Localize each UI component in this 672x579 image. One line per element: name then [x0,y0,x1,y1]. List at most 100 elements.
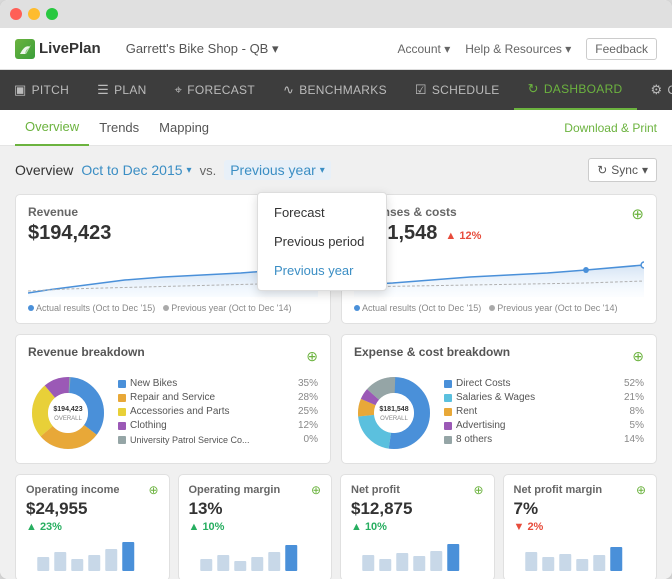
net-profit-card: Net profit ⊕ $12,875 ▲ 10% [340,474,495,579]
operating-income-card: Operating income ⊕ $24,955 ▲ 23% [15,474,170,579]
nav-forecast[interactable]: ⌖ FORECAST [161,70,269,110]
overview-label: Overview [15,162,73,178]
rev-donut: $194,423 OVERALL [28,373,108,453]
exp-legend-list: Direct Costs 52% Salaries & Wages 21% Re… [444,378,644,448]
account-menu[interactable]: Account ▾ [398,42,451,56]
period-selector[interactable]: Previous year ▾ [224,160,331,180]
sub-nav: Overview Trends Mapping Download & Print [0,110,672,146]
subnav-trends[interactable]: Trends [89,110,149,146]
svg-text:$194,423: $194,423 [53,406,82,413]
date-dropdown-arrow: ▾ [187,165,192,176]
op-income-icon[interactable]: ⊕ [148,483,158,497]
net-margin-icon[interactable]: ⊕ [636,483,646,497]
nav-bar: ▣ PITCH ☰ PLAN ⌖ FORECAST ∿ BENCHMARKS ☑… [0,70,672,110]
expense-breakdown-card: Expense & cost breakdown ⊕ $1 [341,334,657,464]
feedback-button[interactable]: Feedback [586,38,657,60]
op-margin-chart [189,537,322,572]
exp-legend-direct: Direct Costs 52% [444,378,644,389]
forecast-icon: ⌖ [175,82,183,98]
nav-benchmarks[interactable]: ∿ BENCHMARKS [269,70,401,110]
op-margin-title: Operating margin [189,483,281,497]
content-area: Overview Oct to Dec 2015 ▾ vs. Previous … [0,146,672,579]
op-margin-value: 13% [189,499,322,519]
expenses-card: Expenses & costs $181,548 ▲ 12% ⊕ [341,194,657,324]
rev-legend-list: New Bikes 35% Repair and Service 28% Acc… [118,378,318,448]
svg-text:OVERALL: OVERALL [54,416,82,422]
exp-legend-others: 8 others 14% [444,434,644,445]
nav-dashboard[interactable]: ↻ DASHBOARD [514,70,637,110]
nav-pitch[interactable]: ▣ PITCH [0,70,83,110]
nav-schedule[interactable]: ☑ SCHEDULE [401,70,514,110]
overview-header: Overview Oct to Dec 2015 ▾ vs. Previous … [15,158,657,182]
exp-donut: $181,548 OVERALL [354,373,434,453]
op-income-badge: ▲ 23% [26,521,159,533]
exp-legend-advertising: Advertising 5% [444,420,644,431]
dropdown-forecast[interactable]: Forecast [258,198,386,227]
revenue-card-title: Revenue [28,205,111,219]
op-income-title: Operating income [26,483,120,497]
exp-breakdown-inner: $181,548 OVERALL Direct Costs 52% Salari [354,373,644,453]
dropdown-previous-year[interactable]: Previous year [258,256,386,285]
maximize-button[interactable] [46,8,58,20]
minimize-button[interactable] [28,8,40,20]
net-profit-chart [351,537,484,572]
help-menu[interactable]: Help & Resources ▾ [465,42,571,56]
exp-legend-salaries: Salaries & Wages 21% [444,392,644,403]
exp-breakdown-title: Expense & cost breakdown [354,345,510,359]
sync-icon: ↻ [597,163,607,177]
nav-options[interactable]: ⚙ OPTIONS [637,70,672,110]
legend-new-bikes: New Bikes 35% [118,378,318,389]
net-profit-icon[interactable]: ⊕ [473,483,483,497]
period-dropdown-arrow: ▾ [320,165,325,176]
net-margin-title: Net profit margin [514,483,603,497]
logo-icon [15,39,35,59]
net-profit-value: $12,875 [351,499,484,519]
expenses-card-icon[interactable]: ⊕ [631,205,644,223]
svg-text:$181,548: $181,548 [379,406,408,413]
close-button[interactable] [10,8,22,20]
previous-dot [163,305,169,311]
options-icon: ⚙ [651,82,663,98]
nav-plan[interactable]: ☰ PLAN [83,70,161,110]
op-income-chart [26,537,159,572]
revenue-card-value: $194,423 [28,222,111,245]
exp-breakdown-icon[interactable]: ⊕ [632,348,644,365]
vs-label: vs. [200,163,217,178]
actual-dot [28,305,34,311]
date-selector[interactable]: Oct to Dec 2015 ▾ [81,162,191,178]
bottom-cards-row: Operating income ⊕ $24,955 ▲ 23% [15,474,657,579]
exp-previous-dot [489,305,495,311]
app-window: LivePlan Garrett's Bike Shop - QB ▾ Acco… [0,0,672,579]
breakdown-row: Revenue breakdown ⊕ $194,423 [15,334,657,464]
schedule-icon: ☑ [415,82,427,98]
download-print-button[interactable]: Download & Print [564,121,657,135]
rev-breakdown-inner: $194,423 OVERALL New Bikes 35% Repair an [28,373,318,453]
top-bar: LivePlan Garrett's Bike Shop - QB ▾ Acco… [0,28,672,70]
net-profit-badge: ▲ 10% [351,521,484,533]
sync-dropdown-arrow: ▾ [642,163,648,177]
revenue-legend: Actual results (Oct to Dec '15) Previous… [28,303,318,313]
net-margin-badge: ▼ 2% [514,521,647,533]
subnav-mapping[interactable]: Mapping [149,110,219,146]
dropdown-previous-period[interactable]: Previous period [258,227,386,256]
net-margin-value: 7% [514,499,647,519]
sync-button[interactable]: ↻ Sync ▾ [588,158,657,182]
rev-breakdown-title: Revenue breakdown [28,345,145,359]
rev-breakdown-icon[interactable]: ⊕ [306,348,318,365]
title-bar [0,0,672,28]
net-margin-chart [514,537,647,572]
legend-repair: Repair and Service 28% [118,392,318,403]
pitch-icon: ▣ [14,82,27,98]
legend-university: University Patrol Service Co... 0% [118,434,318,445]
plan-icon: ☰ [97,82,109,98]
company-name[interactable]: Garrett's Bike Shop - QB ▾ [126,41,279,57]
exp-legend-rent: Rent 8% [444,406,644,417]
net-profit-title: Net profit [351,483,400,497]
op-margin-badge: ▲ 10% [189,521,322,533]
exp-actual-dot [354,305,360,311]
op-margin-icon[interactable]: ⊕ [311,483,321,497]
top-right-nav: Account ▾ Help & Resources ▾ Feedback [398,38,658,60]
subnav-overview[interactable]: Overview [15,110,89,146]
period-dropdown-menu: Forecast Previous period Previous year [257,192,387,291]
op-income-value: $24,955 [26,499,159,519]
